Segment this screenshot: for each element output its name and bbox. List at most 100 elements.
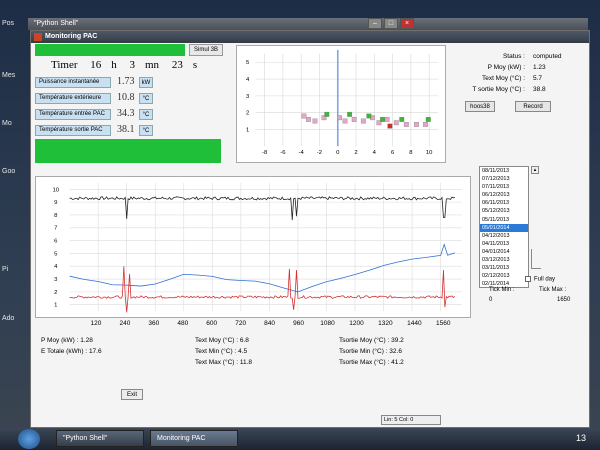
- simul-button[interactable]: Simul 3B: [189, 44, 223, 56]
- python-shell-titlebar[interactable]: "Python Shell": [28, 18, 588, 30]
- scatter-x-tick: 0: [336, 150, 340, 156]
- maximize-icon[interactable]: □: [384, 18, 398, 29]
- tick-max-input[interactable]: 1650: [557, 297, 570, 303]
- date-list-item[interactable]: 05/11/2013: [480, 216, 528, 224]
- stat-key: Text Min (°C) :: [195, 348, 237, 355]
- stat-key: P Moy (kW) :: [41, 337, 79, 344]
- date-list-item[interactable]: 04/12/2013: [480, 232, 528, 240]
- scatter-point: [384, 116, 390, 122]
- start-button[interactable]: [18, 429, 40, 449]
- desktop-icon-label[interactable]: Goo: [2, 168, 15, 175]
- date-list-item[interactable]: 07/11/2013: [480, 183, 528, 191]
- taskbar-item-python-shell[interactable]: "Python Shell": [56, 430, 144, 447]
- scatter-point: [399, 116, 405, 122]
- date-list-item[interactable]: 03/12/2013: [480, 256, 528, 264]
- stat-value: 6.8: [239, 337, 249, 344]
- minimize-icon[interactable]: –: [368, 18, 382, 29]
- scatter-point: [380, 116, 385, 122]
- status-value: computed: [533, 53, 562, 60]
- date-list-item[interactable]: 06/11/2013: [480, 199, 528, 207]
- desktop-icon-label[interactable]: Ado: [2, 315, 14, 322]
- measure-value: 38.1: [117, 124, 135, 135]
- stat-row: Tsortie Moy (°C) : 39.2: [339, 337, 404, 347]
- desktop-icon-label[interactable]: Pi: [2, 266, 8, 273]
- date-list-item[interactable]: 08/11/2013: [480, 167, 528, 175]
- stat-key: Tsortie Min (°C) :: [339, 348, 388, 355]
- stat-value: 41.2: [391, 359, 404, 366]
- status-value: 5.7: [533, 75, 543, 82]
- main-y-tick: 4: [54, 264, 58, 270]
- scatter-x-tick: 10: [426, 150, 433, 156]
- main-x-tick: 1080: [320, 320, 335, 327]
- scatter-point: [423, 122, 428, 127]
- main-y-tick: 2: [54, 290, 57, 296]
- full-day-label: Full day: [534, 276, 556, 283]
- measure-value: 34.3: [117, 108, 135, 119]
- status-row: T sortie Moy (°C) : 38.8: [451, 86, 587, 96]
- date-list-item[interactable]: 04/01/2014: [480, 248, 528, 256]
- taskbar: "Python Shell" Monitoring PAC 13: [0, 428, 600, 450]
- stat-row: Tsortie Min (°C) : 32.6: [339, 348, 402, 358]
- hoos-button[interactable]: hoos38: [465, 101, 495, 112]
- window-titlebar[interactable]: Monitoring PAC: [31, 31, 589, 43]
- main-x-tick: 600: [206, 320, 218, 327]
- close-icon[interactable]: ×: [400, 18, 414, 29]
- main-series-line: [69, 243, 456, 293]
- scatter-point: [360, 118, 366, 124]
- date-list-item[interactable]: 06/12/2013: [480, 191, 528, 199]
- exit-button[interactable]: Exit: [121, 389, 143, 400]
- list-scrollbar[interactable]: [531, 249, 541, 269]
- measure-value: 10.8: [117, 92, 135, 103]
- scatter-y-tick: 2: [246, 111, 249, 117]
- scroll-up-icon[interactable]: ▴: [531, 166, 539, 174]
- full-day-checkbox[interactable]: Full day: [525, 276, 555, 283]
- scatter-y-tick: 4: [246, 77, 250, 83]
- scatter-point: [324, 111, 330, 117]
- status-key: Text Moy (°C) :: [481, 75, 525, 82]
- status-key: Status :: [502, 53, 525, 60]
- status-row: P Moy (kW) : 1.23: [451, 64, 587, 74]
- stat-value: 17.6: [88, 348, 102, 355]
- date-listbox[interactable]: 08/11/2013 07/12/2013 07/11/2013 06/12/2013…: [479, 166, 529, 288]
- scatter-point: [403, 122, 409, 127]
- measure-label: Température entrée PAC: [35, 109, 111, 120]
- scatter-point: [366, 113, 372, 119]
- timer-minutes: 3: [129, 59, 136, 71]
- tick-min-input[interactable]: 0: [489, 297, 492, 303]
- date-list-item[interactable]: 04/11/2013: [480, 240, 528, 248]
- timer-hours-unit: h: [111, 59, 117, 71]
- scatter-point: [347, 111, 353, 117]
- scatter-x-tick: 2: [354, 150, 357, 156]
- date-list-item[interactable]: 02/12/2013: [480, 272, 528, 280]
- status-row: Status : computed: [451, 53, 587, 63]
- status-key: P Moy (kW) :: [487, 64, 525, 71]
- date-list-item[interactable]: 05/12/2013: [480, 207, 528, 215]
- desktop-icon-label[interactable]: Mo: [2, 120, 12, 127]
- main-x-tick: 360: [148, 320, 160, 327]
- record-button[interactable]: Record: [515, 101, 551, 112]
- date-list-item[interactable]: 03/11/2013: [480, 264, 528, 272]
- main-x-tick: 720: [235, 320, 247, 327]
- window-title: Monitoring PAC: [45, 33, 98, 40]
- measure-unit: °C: [139, 109, 153, 120]
- taskbar-item-monitoring[interactable]: Monitoring PAC: [150, 430, 238, 447]
- scatter-x-tick: 6: [391, 150, 395, 156]
- measure-unit: °C: [139, 93, 153, 104]
- timer-hours: 16: [90, 59, 102, 71]
- stat-key: Text Max (°C) :: [195, 359, 239, 366]
- scatter-x-tick: -2: [317, 150, 322, 156]
- date-list-item[interactable]: 07/12/2013: [480, 175, 528, 183]
- scatter-x-tick: 4: [373, 150, 377, 156]
- measure-value: 1.73: [117, 76, 135, 87]
- desktop-icon-label[interactable]: Pos: [2, 20, 14, 27]
- date-list-item[interactable]: 05/01/2014: [480, 223, 528, 232]
- main-y-tick: 8: [54, 213, 58, 219]
- main-y-tick: 5: [54, 251, 58, 257]
- measure-label: Température extérieure: [35, 93, 111, 104]
- status-key: T sortie Moy (°C) :: [472, 86, 525, 93]
- checkbox-icon[interactable]: [525, 276, 531, 282]
- main-x-tick: 1200: [349, 320, 364, 327]
- desktop-icon-label[interactable]: Mes: [2, 72, 15, 79]
- stat-row: E Totale (kWh) : 17.6: [41, 348, 102, 358]
- measure-unit: °C: [139, 125, 153, 136]
